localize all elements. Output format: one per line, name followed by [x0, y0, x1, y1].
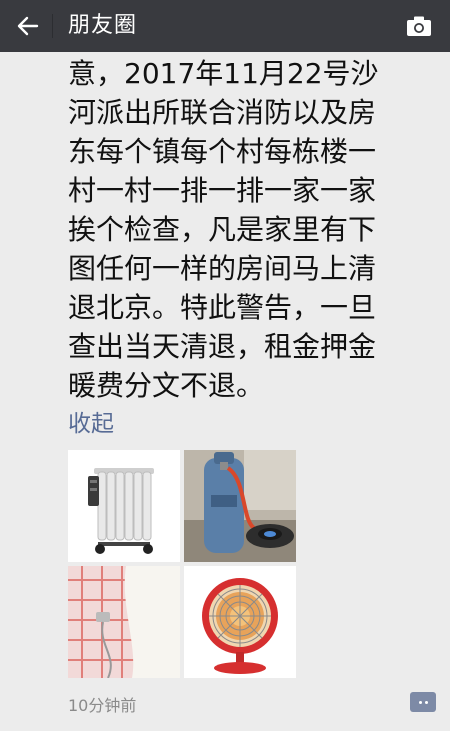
post-text-line: 村一村一排一排一家一家 — [68, 174, 377, 207]
image-grid — [68, 450, 298, 680]
moment-post: 意，2017年11月22号沙 河派出所联合消防以及房 东每个镇每个村每栋楼一 村… — [0, 52, 450, 731]
post-text-line: 暖费分文不退。 — [68, 369, 265, 402]
post-text-line: 河派出所联合消防以及房 — [68, 96, 377, 129]
top-bar: 朋友圈 — [0, 0, 450, 52]
post-text-line: 意，2017年11月22号沙 — [68, 57, 379, 90]
header-divider — [52, 14, 53, 38]
post-text-line: 东每个镇每个村每栋楼一 — [68, 135, 377, 168]
image-gas-cylinder-stove[interactable] — [184, 450, 296, 562]
post-text-line: 挨个检查，凡是家里有下 — [68, 213, 377, 246]
post-text-line: 图任何一样的房间马上清 — [68, 252, 377, 285]
image-oil-radiator-heater[interactable] — [68, 450, 180, 562]
collapse-link[interactable]: 收起 — [68, 404, 114, 438]
camera-button[interactable] — [402, 10, 436, 42]
post-text: 意，2017年11月22号沙 河派出所联合消防以及房 东每个镇每个村每栋楼一 村… — [68, 52, 438, 405]
image-electric-blanket[interactable] — [68, 566, 180, 678]
comment-dots-icon[interactable] — [410, 692, 436, 712]
post-timestamp: 10分钟前 — [68, 696, 137, 715]
arrow-left-icon — [17, 16, 39, 36]
page-title: 朋友圈 — [68, 13, 138, 38]
camera-icon — [407, 16, 431, 36]
image-halogen-sun-heater[interactable] — [184, 566, 296, 678]
back-button[interactable] — [8, 6, 48, 46]
post-text-line: 查出当天清退，租金押金 — [68, 330, 377, 363]
post-text-line: 退北京。特此警告，一旦 — [68, 291, 377, 324]
